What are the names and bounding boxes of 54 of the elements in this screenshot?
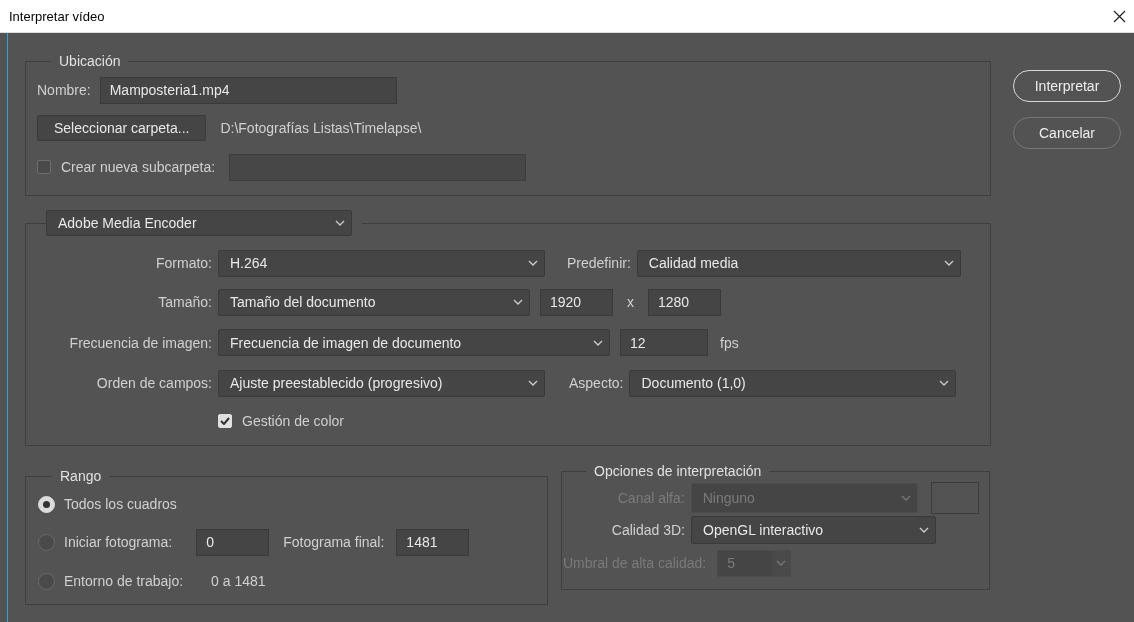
checkbox-label: Gestión de color: [242, 413, 344, 429]
chevron-down-icon: [593, 339, 603, 346]
close-icon[interactable]: [1113, 9, 1126, 23]
chevron-down-icon: [939, 380, 950, 386]
check-icon: [220, 417, 230, 425]
dropdown[interactable]: Calidad media: [636, 249, 961, 277]
chevron-down-icon: [901, 495, 912, 501]
panel-title: Ubicación: [58, 53, 122, 69]
panel-title: Opciones de interpretación: [593, 463, 763, 479]
radio-button[interactable]: [38, 572, 55, 590]
field-label: Calidad 3D:: [610, 522, 685, 538]
dropdown[interactable]: Tamaño del documento: [218, 288, 530, 316]
dropdown[interactable]: Frecuencia de imagen de documento: [218, 329, 610, 356]
checkbox[interactable]: [37, 160, 51, 174]
field-label: Tamaño:: [157, 294, 212, 310]
radio-label: Todos los cuadros: [64, 496, 177, 512]
unit-label: fps: [720, 334, 739, 351]
start-frame-field[interactable]: 0: [196, 528, 270, 556]
end-frame-field[interactable]: 1481: [396, 528, 470, 556]
dialog-button[interactable]: Interpretar: [1013, 70, 1121, 102]
fps-field[interactable]: 12: [620, 329, 708, 356]
height-field[interactable]: 1280: [648, 288, 721, 316]
width-field[interactable]: 1920: [540, 288, 613, 316]
window-title: Interpretar vídeo: [9, 8, 105, 24]
dropdown[interactable]: OpenGL interactivo: [691, 516, 936, 544]
chevron-down-icon: [919, 527, 929, 533]
folder-path: D:\Fotografías Listas\Timelapse\: [220, 120, 422, 136]
dropdown[interactable]: Adobe Media Encoder: [46, 210, 352, 236]
panel-title: Rango: [59, 468, 103, 484]
radio-button[interactable]: [38, 533, 55, 551]
field-label: Orden de campos:: [95, 375, 212, 391]
field-label: Nombre:: [37, 82, 91, 98]
dropdown[interactable]: Documento (1,0): [629, 369, 957, 397]
checkbox-label: Crear nueva subcarpeta:: [61, 159, 216, 175]
chevron-down-icon: [528, 380, 538, 386]
separator-label: x: [627, 294, 634, 310]
range-value: 0 a 1481: [211, 573, 266, 589]
dropdown[interactable]: Ajuste preestablecido (progresivo): [218, 369, 545, 397]
radio-label: Iniciar fotograma:: [64, 534, 173, 550]
select-folder-button[interactable]: Seleccionar carpeta...: [37, 115, 207, 141]
chevron-down-icon: [528, 260, 538, 266]
field-label: Predefinir:: [567, 255, 631, 271]
chevron-down-icon: [335, 220, 345, 226]
chevron-down-icon: [513, 299, 523, 305]
field-label: Formato:: [155, 255, 212, 271]
dialog-button[interactable]: Cancelar: [1013, 117, 1121, 149]
dropdown[interactable]: H.264: [218, 249, 545, 277]
chevron-down-icon: [776, 560, 787, 566]
name-field[interactable]: Mamposteria1.mp4: [99, 76, 397, 104]
field-label: Frecuencia de imagen:: [68, 334, 212, 351]
field-label: Aspecto:: [569, 375, 624, 391]
chevron-down-icon: [943, 260, 954, 266]
radio-label: Entorno de trabajo:: [64, 573, 184, 589]
field-label: Fotograma final:: [283, 534, 385, 550]
